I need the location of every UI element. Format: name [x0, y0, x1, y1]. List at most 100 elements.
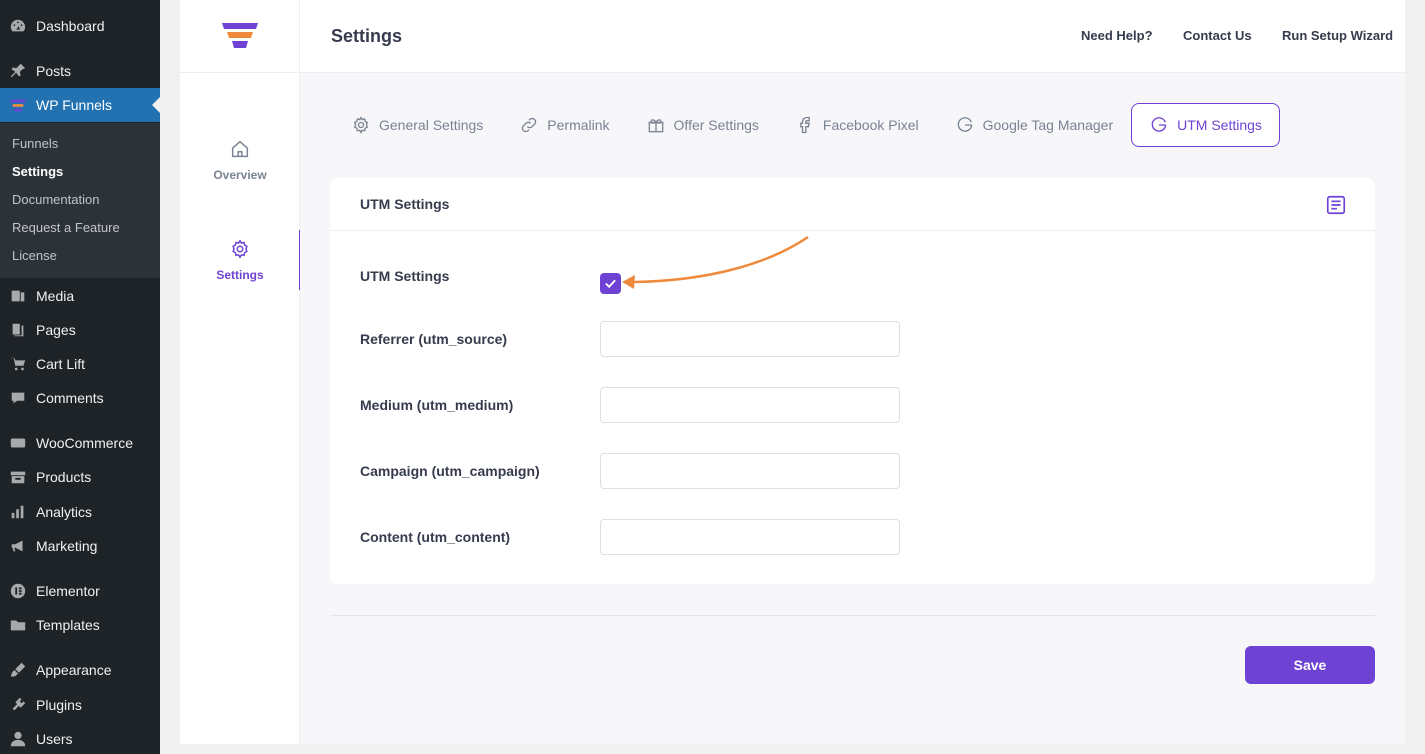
utm-source-input[interactable] [600, 321, 900, 357]
wp-menu-label: Templates [36, 617, 100, 633]
user-icon [0, 730, 36, 748]
tab-label: Offer Settings [673, 117, 759, 133]
link-icon [522, 117, 537, 133]
wp-menu-plugins[interactable]: Plugins [0, 688, 160, 722]
save-button[interactable]: Save [1245, 646, 1375, 684]
tab-general-settings[interactable]: General Settings [333, 103, 501, 147]
submenu-license[interactable]: License [12, 242, 57, 270]
cart-icon [0, 355, 36, 373]
wp-menu-label: Comments [36, 390, 104, 406]
tab-utm-settings[interactable]: UTM Settings [1131, 103, 1280, 147]
wp-menu-media[interactable]: Media [0, 279, 160, 313]
elementor-icon [0, 582, 36, 600]
tab-google-tag-manager[interactable]: Google Tag Manager [937, 103, 1132, 147]
card-header: UTM Settings [330, 178, 1375, 231]
submenu-funnels[interactable]: Funnels [12, 130, 58, 158]
submenu-request-feature[interactable]: Request a Feature [12, 214, 120, 242]
page-edge [1405, 0, 1425, 754]
wp-menu-comments[interactable]: Comments [0, 381, 160, 415]
submenu-documentation[interactable]: Documentation [12, 186, 99, 214]
google-icon [1151, 117, 1167, 132]
bar-chart-icon [0, 503, 36, 521]
tab-offer-settings[interactable]: Offer Settings [628, 103, 777, 147]
home-icon [231, 140, 249, 158]
dashboard-icon [0, 17, 36, 35]
utm-medium-input[interactable] [600, 387, 900, 423]
utm-campaign-input[interactable] [600, 453, 900, 489]
plugin-nav-label: Settings [216, 268, 264, 282]
tab-permalink[interactable]: Permalink [501, 103, 627, 147]
woo-icon [0, 434, 36, 452]
utm-content-input[interactable] [600, 519, 900, 555]
gear-icon [232, 239, 248, 259]
plugin-nav-settings[interactable]: Settings [180, 230, 301, 290]
wp-menu-woocommerce[interactable]: WooCommerce [0, 426, 160, 460]
wp-menu-marketing[interactable]: Marketing [0, 529, 160, 563]
wp-menu-dashboard[interactable]: Dashboard [0, 9, 160, 43]
need-help-link[interactable]: Need Help? [1081, 28, 1153, 43]
plugin-nav-overview[interactable]: Overview [180, 130, 300, 190]
tab-label: General Settings [379, 117, 484, 133]
top-header: Settings Need Help? Contact Us Run Setup… [300, 0, 1405, 73]
wp-menu-elementor[interactable]: Elementor [0, 574, 160, 608]
brush-icon [0, 661, 36, 679]
wp-menu-label: Analytics [36, 504, 93, 520]
utm-enable-checkbox[interactable] [600, 273, 621, 294]
wp-menu-cart-lift[interactable]: Cart Lift [0, 347, 160, 381]
check-icon [605, 279, 616, 289]
wp-menu-products[interactable]: Products [0, 460, 160, 494]
wp-menu-label: Appearance [36, 662, 112, 678]
page-title: Settings [331, 26, 403, 46]
utm-content-label: Content (utm_content) [360, 529, 511, 545]
wp-menu-label: Users [36, 731, 73, 747]
divider [330, 615, 1375, 616]
media-icon [0, 287, 36, 305]
tab-label: Google Tag Manager [982, 117, 1114, 133]
wp-menu-label: Posts [36, 63, 72, 79]
tab-facebook-pixel[interactable]: Facebook Pixel [777, 103, 937, 147]
document-icon[interactable] [1325, 194, 1347, 216]
wp-menu-appearance[interactable]: Appearance [0, 653, 160, 687]
wp-menu-label: Pages [36, 322, 76, 338]
archive-icon [0, 468, 36, 486]
wp-menu-wp-funnels[interactable]: WP Funnels [0, 88, 160, 122]
main-content: Settings Need Help? Contact Us Run Setup… [300, 0, 1405, 744]
folder-icon [0, 616, 36, 634]
wp-menu-label: Products [36, 469, 92, 485]
wpfunnels-logo[interactable] [180, 0, 300, 73]
tab-label: Facebook Pixel [822, 117, 919, 133]
wp-menu-analytics[interactable]: Analytics [0, 495, 160, 529]
utm-settings-card: UTM Settings UTM Settings Referrer (utm_… [330, 178, 1375, 584]
contact-us-link[interactable]: Contact Us [1183, 28, 1252, 43]
gift-icon [648, 119, 664, 133]
wp-menu-label: WooCommerce [36, 435, 133, 451]
plugin-side-nav: Overview Settings [180, 0, 301, 744]
funnel-icon [0, 96, 36, 114]
utm-campaign-label: Campaign (utm_campaign) [360, 463, 540, 479]
wp-menu-pages[interactable]: Pages [0, 313, 160, 347]
pages-icon [0, 321, 36, 339]
gear-icon [353, 116, 369, 134]
tab-label: UTM Settings [1177, 117, 1262, 133]
annotation-arrow [622, 235, 809, 289]
card-title: UTM Settings [360, 196, 450, 212]
wp-menu-posts[interactable]: Posts [0, 54, 160, 88]
wp-menu-label: Media [36, 288, 75, 304]
tab-label: Permalink [547, 117, 610, 133]
wp-menu-label: WP Funnels [36, 97, 112, 113]
utm-medium-label: Medium (utm_medium) [360, 397, 514, 413]
wp-menu-label: Elementor [36, 583, 100, 599]
wp-funnels-submenu: Funnels Settings Documentation Request a… [0, 123, 160, 278]
wp-menu-label: Cart Lift [36, 356, 86, 372]
submenu-settings[interactable]: Settings [12, 158, 63, 186]
run-setup-wizard-link[interactable]: Run Setup Wizard [1282, 28, 1393, 43]
wp-menu-templates[interactable]: Templates [0, 608, 160, 642]
wp-menu-label: Dashboard [36, 18, 105, 34]
comment-icon [0, 389, 36, 407]
settings-tabs: General Settings Permalink Offer Setting… [333, 103, 1280, 147]
utm-enable-label: UTM Settings [360, 268, 450, 284]
wp-menu-users[interactable]: Users [0, 722, 160, 754]
utm-source-label: Referrer (utm_source) [360, 331, 508, 347]
plugin-nav-label: Overview [213, 168, 267, 182]
funnel-logo-icon [222, 23, 258, 48]
